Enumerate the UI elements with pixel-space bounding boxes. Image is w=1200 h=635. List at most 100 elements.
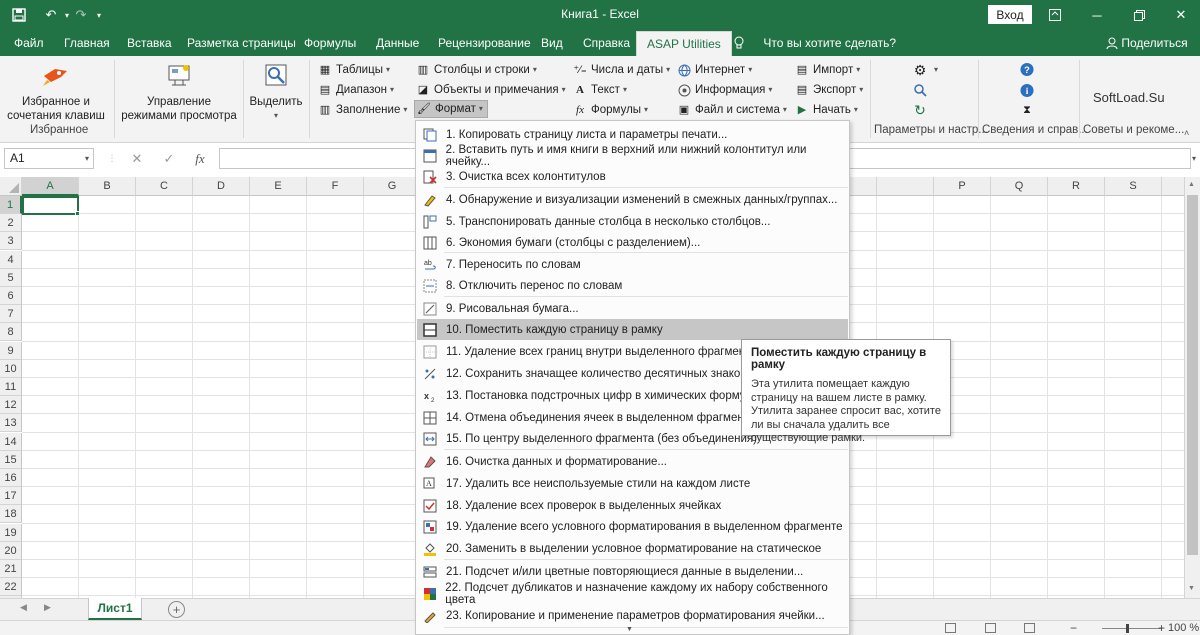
column-header[interactable]: A <box>22 177 79 196</box>
about-button[interactable]: i <box>1020 81 1038 99</box>
hourglass-button[interactable]: ⧗ <box>1020 101 1038 119</box>
name-box[interactable]: A1 ▾ <box>4 148 94 169</box>
name-box-dropdown-icon[interactable]: ▾ <box>85 149 89 168</box>
menu-item[interactable]: 23. Копирование и применение параметров … <box>417 605 848 626</box>
row-header[interactable]: 12 <box>0 396 22 415</box>
sheet-tab[interactable]: Лист1 <box>88 598 142 620</box>
column-header[interactable] <box>877 177 934 196</box>
row-header[interactable]: 14 <box>0 432 22 451</box>
select-all-corner[interactable] <box>0 177 22 196</box>
tab-formulas[interactable]: Формулы <box>304 30 356 56</box>
row-header[interactable]: 19 <box>0 523 22 542</box>
row-header[interactable]: 13 <box>0 414 22 433</box>
refresh-button[interactable]: ↻ <box>913 101 931 119</box>
internet-menu[interactable]: Интернет ▾ <box>677 61 752 79</box>
menu-item[interactable]: 19. Удаление всего условного форматирова… <box>417 516 848 537</box>
tell-me-search[interactable]: Что вы хотите сделать? <box>734 30 896 56</box>
menu-item[interactable]: 16. Очистка данных и форматирование... <box>417 451 848 472</box>
menu-item[interactable]: 10. Поместить каждую страницу в рамку <box>417 319 848 340</box>
vertical-scrollbar[interactable]: ▲ ▼ <box>1184 177 1200 598</box>
collapse-ribbon-icon[interactable]: ˄ <box>1184 128 1189 138</box>
fill-handle[interactable] <box>75 211 80 216</box>
zoom-slider-knob[interactable] <box>1126 624 1129 633</box>
row-header[interactable]: 18 <box>0 505 22 524</box>
start-menu[interactable]: ▶ Начать ▾ <box>795 101 858 119</box>
select-button[interactable]: Выделить ▾ <box>247 59 305 123</box>
import-menu[interactable]: ▤ Импорт ▾ <box>795 61 860 79</box>
minimize-icon[interactable]: ─ <box>1082 4 1112 26</box>
tab-view[interactable]: Вид <box>541 30 563 56</box>
cancel-formula-icon[interactable]: ✕ <box>126 148 148 169</box>
row-header[interactable]: 9 <box>0 341 22 360</box>
menu-item[interactable]: 9. Рисовальная бумага... <box>417 298 848 319</box>
close-icon[interactable]: ✕ <box>1166 4 1196 26</box>
scroll-thumb[interactable] <box>1187 195 1198 555</box>
tab-asap-utilities[interactable]: ASAP Utilities <box>636 31 732 56</box>
favorites-button[interactable]: Избранное и сочетания клавиш <box>6 59 106 123</box>
row-header[interactable]: 10 <box>0 359 22 378</box>
tab-data[interactable]: Данные <box>376 30 419 56</box>
row-header[interactable]: 2 <box>0 214 22 233</box>
menu-item[interactable]: A 17. Удалить все неиспользуемые стили на… <box>417 473 848 494</box>
zoom-out-icon[interactable]: − <box>1070 621 1077 635</box>
columns-rows-menu[interactable]: ▥ Столбцы и строки ▾ <box>416 61 537 79</box>
column-header[interactable]: R <box>1048 177 1105 196</box>
row-header[interactable]: 15 <box>0 450 22 469</box>
share-button[interactable]: Поделиться <box>1106 30 1188 56</box>
zoom-slider[interactable] <box>1102 628 1162 629</box>
menu-item[interactable]: 2. Вставить путь и имя книги в верхний и… <box>417 144 848 168</box>
row-header[interactable]: 7 <box>0 305 22 324</box>
row-header[interactable]: 5 <box>0 268 22 287</box>
normal-view-icon[interactable] <box>945 623 956 633</box>
range-menu[interactable]: ▤ Диапазон ▾ <box>318 81 394 99</box>
menu-item[interactable]: 1. Копировать страницу листа и параметры… <box>417 124 848 145</box>
tab-review[interactable]: Рецензирование <box>438 30 531 56</box>
menu-item[interactable]: 4. Обнаружение и визуализации изменений … <box>417 189 848 210</box>
text-menu[interactable]: A Текст ▾ <box>573 81 627 99</box>
objects-comments-menu[interactable]: ◪ Объекты и примечания ▾ <box>416 81 566 99</box>
help-button[interactable]: ? <box>1020 60 1038 78</box>
menu-item[interactable]: 5. Транспонировать данные столбца в неск… <box>417 211 848 232</box>
column-header[interactable]: E <box>250 177 307 196</box>
prev-sheet-icon[interactable]: ◀ <box>20 602 27 613</box>
row-header[interactable]: 22 <box>0 578 22 597</box>
column-header[interactable]: Q <box>991 177 1048 196</box>
row-header[interactable]: 4 <box>0 250 22 269</box>
column-header[interactable]: D <box>193 177 250 196</box>
row-header[interactable]: 6 <box>0 287 22 305</box>
ribbon-display-options-icon[interactable] <box>1040 4 1070 26</box>
confirm-formula-icon[interactable]: ✓ <box>158 148 180 169</box>
row-header[interactable]: 8 <box>0 323 22 342</box>
tab-file[interactable]: Файл <box>14 30 44 56</box>
page-break-view-icon[interactable] <box>1024 623 1035 633</box>
restore-icon[interactable] <box>1124 4 1154 26</box>
menu-item[interactable]: 20. Заменить в выделении условное формат… <box>417 538 848 559</box>
expand-formula-bar-icon[interactable]: ▾ <box>1192 154 1196 163</box>
active-cell[interactable] <box>22 196 79 215</box>
fill-menu[interactable]: ▥ Заполнение ▾ <box>318 101 408 119</box>
zoom-level[interactable]: 100 % <box>1168 622 1199 634</box>
scroll-up-icon[interactable]: ▲ <box>1188 181 1195 188</box>
next-sheet-icon[interactable]: ▶ <box>44 602 51 613</box>
settings-button[interactable]: ⚙ ▾ <box>913 61 938 79</box>
tables-menu[interactable]: ▦ Таблицы ▾ <box>318 61 390 79</box>
row-header[interactable]: 3 <box>0 232 22 251</box>
row-header[interactable]: 1 <box>0 196 22 214</box>
column-header[interactable]: B <box>79 177 136 196</box>
numbers-dates-menu[interactable]: ⁺⁄₌ Числа и даты ▾ <box>573 61 670 79</box>
find-button[interactable] <box>913 81 931 99</box>
menu-item[interactable]: 6. Экономия бумаги (столбцы с разделение… <box>417 232 848 253</box>
scroll-down-icon[interactable]: ▼ <box>1188 585 1195 592</box>
row-header[interactable]: 11 <box>0 378 22 396</box>
file-system-menu[interactable]: ▣ Файл и система ▾ <box>677 101 787 119</box>
row-header[interactable]: 20 <box>0 541 22 560</box>
view-modes-button[interactable]: Управление режимами просмотра <box>120 59 238 123</box>
menu-scroll-down-icon[interactable]: ▼ <box>626 626 633 633</box>
menu-item[interactable]: 8. Отключить перенос по словам <box>417 275 848 296</box>
menu-item[interactable]: 18. Удаление всех проверок в выделенных … <box>417 495 848 516</box>
insert-function-icon[interactable]: fx <box>189 148 211 169</box>
column-header[interactable]: P <box>934 177 991 196</box>
column-header[interactable]: F <box>307 177 364 196</box>
menu-item[interactable]: 22. Подсчет дубликатов и назначение кажд… <box>417 582 848 606</box>
login-button[interactable]: Вход <box>988 5 1032 24</box>
